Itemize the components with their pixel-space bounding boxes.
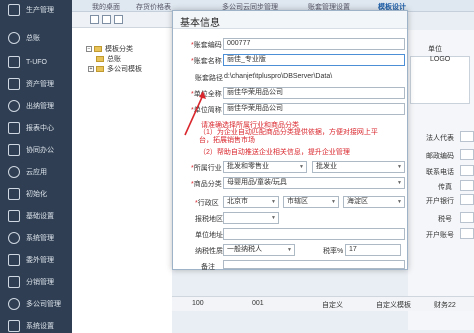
sidebar-item[interactable]: 委外管理 xyxy=(0,250,72,270)
folder-icon xyxy=(94,46,102,52)
bank-account-input[interactable] xyxy=(460,228,474,239)
sidebar-item-label: 多公司管理 xyxy=(26,301,61,308)
sidebar-item[interactable]: 云应用 xyxy=(0,162,72,182)
row-cell: 001 xyxy=(252,300,264,307)
folder-icon xyxy=(96,66,104,72)
asset-icon xyxy=(8,78,20,90)
sidebar-item-label: 初始化 xyxy=(26,191,47,198)
sidebar-item-label: 分销管理 xyxy=(26,279,54,286)
logo-box[interactable] xyxy=(410,56,470,104)
cashier-icon xyxy=(8,100,20,112)
sidebar-item[interactable]: 协同办公 xyxy=(0,140,72,160)
sidebar-item[interactable]: T-UFO xyxy=(0,52,72,72)
factory-icon xyxy=(8,4,20,16)
sidebar-item-label: T-UFO xyxy=(26,58,47,66)
sidebar-item-label: 委外管理 xyxy=(26,257,54,264)
phone-label: 联系电话 xyxy=(426,169,454,176)
tree-node-ledger[interactable]: 总账 xyxy=(96,54,121,64)
sidebar-item[interactable]: 初始化 xyxy=(0,184,72,204)
system-icon xyxy=(8,232,20,244)
postcode-label: 邮政编码 xyxy=(426,153,454,160)
template-tree: − 模板分类 总账 + 多公司模板 xyxy=(72,28,172,333)
tree-root-label: 模板分类 xyxy=(105,46,133,53)
row-cell: 100 xyxy=(192,300,204,307)
delete-icon[interactable] xyxy=(114,15,123,24)
sidebar-item-label: 系统设置 xyxy=(26,323,54,330)
sidebar-item[interactable]: 系统管理 xyxy=(0,228,72,248)
sidebar-item[interactable]: 总账 xyxy=(0,28,72,48)
multi-company-icon xyxy=(8,298,20,310)
distribution-icon xyxy=(8,276,20,288)
sidebar-item-label: 云应用 xyxy=(26,169,47,176)
ufo-report-icon xyxy=(8,56,20,68)
tree-root[interactable]: − 模板分类 xyxy=(86,44,133,54)
bank-account-label: 开户账号 xyxy=(426,232,454,239)
legal-rep-input[interactable] xyxy=(460,131,474,142)
table-row[interactable]: 100 001 自定义 自定义模板 财务22 xyxy=(172,296,474,311)
new-icon[interactable] xyxy=(90,15,99,24)
logo-label: LOGO xyxy=(430,56,451,63)
legal-rep-label: 法人代表 xyxy=(426,135,454,142)
tree-toolbar xyxy=(72,12,172,28)
init-icon xyxy=(8,188,20,200)
collaboration-icon xyxy=(8,144,20,156)
bank-input[interactable] xyxy=(460,194,474,205)
tree-node-label: 总账 xyxy=(107,56,121,63)
sidebar-item-label: 报表中心 xyxy=(26,125,54,132)
outsource-icon xyxy=(8,254,20,266)
sidebar-item-label: 资产管理 xyxy=(26,81,54,88)
row-cell: 自定义模板 xyxy=(376,302,411,309)
sidebar-item[interactable]: 分销管理 xyxy=(0,272,72,292)
system-settings-icon xyxy=(8,320,20,332)
tab-price-table[interactable]: 存货价格表 xyxy=(136,2,171,12)
report-icon xyxy=(8,122,20,134)
cloud-icon xyxy=(8,166,20,178)
fax-input[interactable] xyxy=(460,180,474,191)
tree-node-multi-company[interactable]: + 多公司模板 xyxy=(88,64,142,74)
left-sidebar: 生产管理总账 T-UFO 资产管理出纳管理报表中心协同办公云应用初始化基础设置系统管… xyxy=(0,0,72,333)
sidebar-item-label: 协同办公 xyxy=(26,147,54,154)
sidebar-item[interactable]: 资产管理 xyxy=(0,74,72,94)
sidebar-item[interactable]: 生产管理 xyxy=(0,0,72,20)
tax-id-input[interactable] xyxy=(460,212,474,223)
sidebar-item[interactable]: 多公司管理 xyxy=(0,294,72,314)
edit-icon[interactable] xyxy=(102,15,111,24)
postcode-input[interactable] xyxy=(460,149,474,160)
row-cell: 财务22 xyxy=(434,302,456,309)
sidebar-item-label: 生产管理 xyxy=(26,7,54,14)
settings-icon xyxy=(8,210,20,222)
tab-desktop[interactable]: 我的桌面 xyxy=(92,2,120,12)
folder-icon xyxy=(96,56,104,62)
tree-node-label: 多公司模板 xyxy=(107,66,142,73)
ledger-icon xyxy=(8,32,20,44)
basic-info-dialog: 基本信息 *账套编码 000777 *账套名称 丽佳_专业版 账套路径 d:\c… xyxy=(172,10,408,271)
tax-id-label: 税号 xyxy=(438,216,452,223)
sidebar-item-label: 总账 xyxy=(26,35,40,42)
fax-label: 传真 xyxy=(438,184,452,191)
sidebar-item[interactable]: 基础设置 xyxy=(0,206,72,226)
sidebar-item-label: 系统管理 xyxy=(26,235,54,242)
sidebar-item-label: 基础设置 xyxy=(26,213,54,220)
sidebar-item[interactable]: 报表中心 xyxy=(0,118,72,138)
row-cell: 自定义 xyxy=(322,302,343,309)
sidebar-item[interactable]: 出纳管理 xyxy=(0,96,72,116)
expand-icon[interactable]: + xyxy=(88,66,94,72)
right-info-panel: 单位 LOGO 法人代表 邮政编码 联系电话 传真 开户银行 税号 开户账号 xyxy=(408,30,474,330)
collapse-icon[interactable]: − xyxy=(86,46,92,52)
annotation-arrow xyxy=(184,91,206,136)
bank-label: 开户银行 xyxy=(426,198,454,205)
sidebar-item[interactable]: 系统设置 xyxy=(0,316,72,333)
unit-label: 单位 xyxy=(428,46,442,53)
sidebar-item-label: 出纳管理 xyxy=(26,103,54,110)
phone-input[interactable] xyxy=(460,165,474,176)
